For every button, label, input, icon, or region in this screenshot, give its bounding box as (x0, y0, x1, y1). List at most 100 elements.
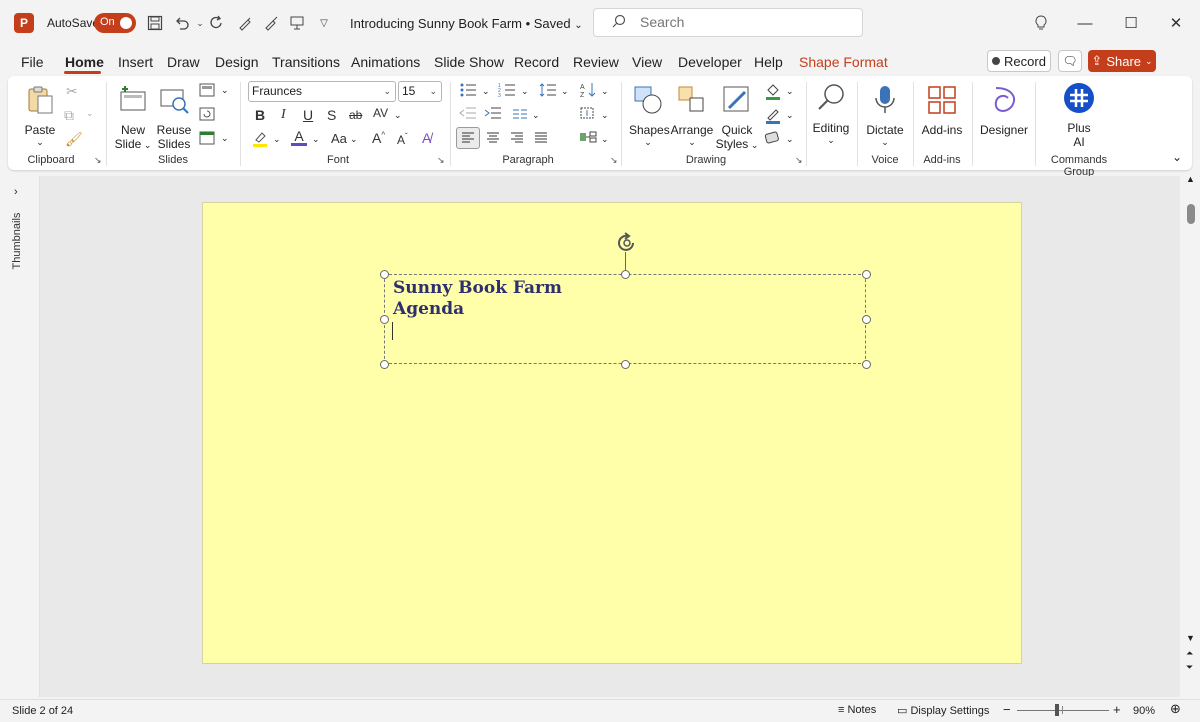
drawing-launcher-icon[interactable]: ↘ (795, 155, 803, 166)
redo-icon[interactable] (206, 12, 228, 34)
align-left-button[interactable] (456, 127, 480, 149)
font-color-dropdown-icon[interactable]: ⌄ (312, 134, 320, 145)
tab-review[interactable]: Review (573, 54, 619, 70)
resize-handle-bottom-left[interactable] (380, 360, 389, 369)
tab-slide-show[interactable]: Slide Show (434, 54, 504, 70)
align-right-icon[interactable] (510, 132, 524, 147)
arrange-button[interactable]: Arrange ⌄ (670, 84, 714, 148)
italic-button[interactable]: I (281, 107, 286, 123)
shadow-button[interactable]: S (327, 107, 336, 123)
thumbnails-label[interactable]: Thumbnails (11, 206, 23, 276)
ribbon-collapse-icon[interactable]: ⌄ (1172, 150, 1182, 164)
line-spacing-icon[interactable] (539, 82, 557, 101)
shape-fill-dropdown-icon[interactable]: ⌄ (786, 86, 794, 97)
designer-button[interactable]: Designer (978, 84, 1030, 137)
underline-button[interactable]: U (303, 107, 313, 123)
autosave-toggle[interactable]: On (94, 13, 136, 33)
resize-handle-bottom-right[interactable] (862, 360, 871, 369)
increase-font-size-button[interactable]: A^ (372, 130, 385, 146)
highlight-dropdown-icon[interactable]: ⌄ (273, 134, 281, 145)
text-direction-icon[interactable] (579, 106, 597, 123)
numbering-icon[interactable]: 123 (498, 82, 516, 101)
tab-insert[interactable]: Insert (118, 54, 153, 70)
comments-button[interactable]: 🗨 (1058, 50, 1082, 72)
shape-effects-dropdown-icon[interactable]: ⌄ (786, 134, 794, 145)
section-icon[interactable] (199, 131, 215, 148)
bold-button[interactable]: B (255, 107, 265, 123)
bullets-icon[interactable] (459, 82, 477, 101)
minimize-icon[interactable]: — (1070, 10, 1100, 36)
vertical-scrollbar[interactable] (1183, 176, 1200, 697)
search-input[interactable] (638, 13, 842, 31)
rotate-handle-icon[interactable] (615, 231, 639, 255)
highlight-color-icon[interactable] (251, 130, 269, 151)
record-button[interactable]: Record (987, 50, 1051, 72)
tab-record[interactable]: Record (514, 54, 559, 70)
resize-handle-left[interactable] (380, 315, 389, 324)
strikethrough-button[interactable]: ab (349, 108, 362, 122)
present-icon[interactable] (286, 12, 308, 34)
reuse-slides-button[interactable]: Reuse Slides (156, 84, 192, 151)
scroll-up-icon[interactable]: ▲ (1186, 174, 1195, 184)
smartart-dropdown-icon[interactable]: ⌄ (601, 134, 609, 145)
decrease-font-size-button[interactable]: Aˇ (397, 132, 408, 147)
display-settings-button[interactable]: ▭ Display Settings (897, 704, 989, 717)
slide-title-text[interactable]: Sunny Book Farm Agenda (393, 278, 562, 320)
columns-icon[interactable] (512, 107, 528, 123)
tab-developer[interactable]: Developer (678, 54, 742, 70)
shape-effects-icon[interactable] (764, 131, 782, 148)
layout-dropdown-icon[interactable]: ⌄ (221, 85, 229, 96)
search-box[interactable] (593, 8, 863, 37)
clear-formatting-icon[interactable]: A̸ (422, 130, 431, 146)
font-size-select[interactable]: 15 ⌄ (398, 81, 442, 102)
scroll-down-icon[interactable]: ▼ (1186, 633, 1195, 643)
lightbulb-icon[interactable] (1026, 10, 1056, 36)
fit-to-window-icon[interactable]: ⊕ (1170, 701, 1181, 717)
cut-icon[interactable]: ✂ (66, 83, 78, 100)
change-case-dropdown-icon[interactable]: ⌄ (350, 134, 358, 145)
font-color-icon[interactable]: A (291, 128, 307, 146)
new-slide-button[interactable]: New Slide ⌄ (114, 84, 152, 151)
resize-handle-right[interactable] (862, 315, 871, 324)
numbering-dropdown-icon[interactable]: ⌄ (521, 86, 529, 97)
shape-outline-dropdown-icon[interactable]: ⌄ (786, 110, 794, 121)
resize-handle-top-left[interactable] (380, 270, 389, 279)
format-painter-icon[interactable]: 🖌 (65, 131, 83, 148)
shape-outline-icon[interactable] (764, 106, 782, 127)
tab-animations[interactable]: Animations (351, 54, 420, 70)
paragraph-launcher-icon[interactable]: ↘ (610, 155, 618, 166)
line-spacing-dropdown-icon[interactable]: ⌄ (561, 86, 569, 97)
bullets-dropdown-icon[interactable]: ⌄ (482, 86, 490, 97)
previous-slide-icon[interactable]: ⏶ (1186, 648, 1193, 659)
character-spacing-button[interactable]: AV (373, 106, 388, 120)
decrease-indent-icon[interactable] (459, 106, 477, 123)
reset-icon[interactable] (199, 107, 215, 124)
zoom-slider-thumb[interactable] (1055, 704, 1059, 716)
expand-thumbnails-icon[interactable]: › (14, 186, 18, 198)
zoom-level[interactable]: 90% (1133, 705, 1155, 717)
zoom-out-icon[interactable]: − (1003, 702, 1011, 717)
section-dropdown-icon[interactable]: ⌄ (221, 133, 229, 144)
pen-icon[interactable] (234, 12, 256, 34)
paste-button[interactable]: Paste ⌄ (24, 84, 56, 148)
document-title[interactable]: Introducing Sunny Book Farm • Saved ⌄ (350, 16, 583, 31)
tab-file[interactable]: File (21, 54, 44, 70)
dictate-button[interactable]: Dictate ⌄ (864, 84, 906, 148)
quick-styles-button[interactable]: Quick Styles ⌄ (715, 84, 759, 151)
spacing-dropdown-icon[interactable]: ⌄ (394, 110, 402, 121)
sort-icon[interactable]: AZ (580, 82, 598, 101)
save-icon[interactable] (144, 12, 166, 34)
text-direction-dropdown-icon[interactable]: ⌄ (601, 110, 609, 121)
share-button[interactable]: ⇪ Share ⌄ (1088, 50, 1156, 72)
add-ins-button[interactable]: Add-ins (919, 84, 965, 137)
font-name-select[interactable]: Fraunces ⌄ (248, 81, 396, 102)
plus-ai-button[interactable]: Plus AI (1059, 82, 1099, 149)
resize-handle-bottom[interactable] (621, 360, 630, 369)
tab-draw[interactable]: Draw (167, 54, 200, 70)
clipboard-launcher-icon[interactable]: ↘ (94, 155, 102, 166)
copy-icon[interactable]: ⧉ (64, 107, 74, 124)
scrollbar-thumb[interactable] (1187, 204, 1195, 224)
slide[interactable] (202, 202, 1022, 664)
change-case-button[interactable]: Aa (331, 131, 347, 146)
resize-handle-top[interactable] (621, 270, 630, 279)
